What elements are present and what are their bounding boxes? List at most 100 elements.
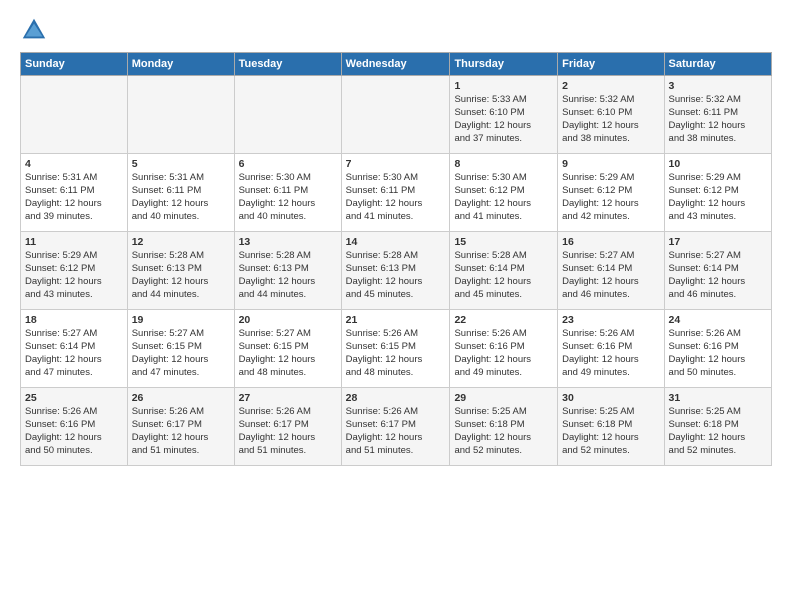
calendar-week-5: 25Sunrise: 5:26 AMSunset: 6:16 PMDayligh… bbox=[21, 388, 772, 466]
daylight-text: and 47 minutes. bbox=[132, 367, 230, 380]
daylight-text: and 48 minutes. bbox=[239, 367, 337, 380]
calendar-cell: 5Sunrise: 5:31 AMSunset: 6:11 PMDaylight… bbox=[127, 154, 234, 232]
daylight-text: Daylight: 12 hours bbox=[454, 198, 553, 211]
logo bbox=[20, 16, 52, 44]
daylight-text: Daylight: 12 hours bbox=[346, 198, 446, 211]
sunset-text: Sunset: 6:12 PM bbox=[669, 185, 767, 198]
calendar-cell: 24Sunrise: 5:26 AMSunset: 6:16 PMDayligh… bbox=[664, 310, 771, 388]
daylight-text: Daylight: 12 hours bbox=[669, 432, 767, 445]
calendar-cell: 12Sunrise: 5:28 AMSunset: 6:13 PMDayligh… bbox=[127, 232, 234, 310]
day-number: 24 bbox=[669, 313, 767, 327]
sunset-text: Sunset: 6:11 PM bbox=[132, 185, 230, 198]
daylight-text: Daylight: 12 hours bbox=[239, 354, 337, 367]
sunrise-text: Sunrise: 5:29 AM bbox=[25, 250, 123, 263]
daylight-text: Daylight: 12 hours bbox=[239, 198, 337, 211]
calendar-cell: 23Sunrise: 5:26 AMSunset: 6:16 PMDayligh… bbox=[558, 310, 664, 388]
calendar-cell: 29Sunrise: 5:25 AMSunset: 6:18 PMDayligh… bbox=[450, 388, 558, 466]
weekday-header-tuesday: Tuesday bbox=[234, 53, 341, 76]
sunrise-text: Sunrise: 5:27 AM bbox=[132, 328, 230, 341]
sunset-text: Sunset: 6:13 PM bbox=[132, 263, 230, 276]
daylight-text: and 50 minutes. bbox=[669, 367, 767, 380]
calendar-cell: 6Sunrise: 5:30 AMSunset: 6:11 PMDaylight… bbox=[234, 154, 341, 232]
sunset-text: Sunset: 6:12 PM bbox=[562, 185, 659, 198]
daylight-text: and 50 minutes. bbox=[25, 445, 123, 458]
calendar-cell: 20Sunrise: 5:27 AMSunset: 6:15 PMDayligh… bbox=[234, 310, 341, 388]
daylight-text: Daylight: 12 hours bbox=[454, 120, 553, 133]
sunset-text: Sunset: 6:15 PM bbox=[132, 341, 230, 354]
day-number: 21 bbox=[346, 313, 446, 327]
calendar-cell bbox=[127, 76, 234, 154]
sunrise-text: Sunrise: 5:29 AM bbox=[562, 172, 659, 185]
daylight-text: and 42 minutes. bbox=[562, 211, 659, 224]
sunset-text: Sunset: 6:15 PM bbox=[346, 341, 446, 354]
day-number: 1 bbox=[454, 79, 553, 93]
sunrise-text: Sunrise: 5:26 AM bbox=[25, 406, 123, 419]
daylight-text: Daylight: 12 hours bbox=[132, 354, 230, 367]
weekday-header-friday: Friday bbox=[558, 53, 664, 76]
sunrise-text: Sunrise: 5:25 AM bbox=[669, 406, 767, 419]
calendar-cell: 22Sunrise: 5:26 AMSunset: 6:16 PMDayligh… bbox=[450, 310, 558, 388]
calendar-cell: 19Sunrise: 5:27 AMSunset: 6:15 PMDayligh… bbox=[127, 310, 234, 388]
daylight-text: and 52 minutes. bbox=[669, 445, 767, 458]
daylight-text: and 51 minutes. bbox=[132, 445, 230, 458]
sunset-text: Sunset: 6:15 PM bbox=[239, 341, 337, 354]
day-number: 12 bbox=[132, 235, 230, 249]
calendar-week-1: 1Sunrise: 5:33 AMSunset: 6:10 PMDaylight… bbox=[21, 76, 772, 154]
day-number: 7 bbox=[346, 157, 446, 171]
daylight-text: and 45 minutes. bbox=[454, 289, 553, 302]
calendar-table: SundayMondayTuesdayWednesdayThursdayFrid… bbox=[20, 52, 772, 466]
sunrise-text: Sunrise: 5:28 AM bbox=[346, 250, 446, 263]
sunset-text: Sunset: 6:18 PM bbox=[669, 419, 767, 432]
calendar-cell: 2Sunrise: 5:32 AMSunset: 6:10 PMDaylight… bbox=[558, 76, 664, 154]
daylight-text: Daylight: 12 hours bbox=[25, 276, 123, 289]
sunrise-text: Sunrise: 5:30 AM bbox=[239, 172, 337, 185]
daylight-text: and 48 minutes. bbox=[346, 367, 446, 380]
calendar-cell: 10Sunrise: 5:29 AMSunset: 6:12 PMDayligh… bbox=[664, 154, 771, 232]
sunset-text: Sunset: 6:16 PM bbox=[25, 419, 123, 432]
page: SundayMondayTuesdayWednesdayThursdayFrid… bbox=[0, 0, 792, 612]
calendar-cell: 3Sunrise: 5:32 AMSunset: 6:11 PMDaylight… bbox=[664, 76, 771, 154]
day-number: 27 bbox=[239, 391, 337, 405]
weekday-header-monday: Monday bbox=[127, 53, 234, 76]
day-number: 9 bbox=[562, 157, 659, 171]
day-number: 26 bbox=[132, 391, 230, 405]
daylight-text: and 38 minutes. bbox=[669, 133, 767, 146]
sunset-text: Sunset: 6:16 PM bbox=[669, 341, 767, 354]
daylight-text: and 49 minutes. bbox=[562, 367, 659, 380]
sunrise-text: Sunrise: 5:27 AM bbox=[239, 328, 337, 341]
calendar-cell bbox=[341, 76, 450, 154]
sunset-text: Sunset: 6:18 PM bbox=[562, 419, 659, 432]
daylight-text: Daylight: 12 hours bbox=[454, 354, 553, 367]
sunrise-text: Sunrise: 5:28 AM bbox=[454, 250, 553, 263]
daylight-text: Daylight: 12 hours bbox=[454, 432, 553, 445]
calendar-cell: 26Sunrise: 5:26 AMSunset: 6:17 PMDayligh… bbox=[127, 388, 234, 466]
calendar-week-2: 4Sunrise: 5:31 AMSunset: 6:11 PMDaylight… bbox=[21, 154, 772, 232]
calendar-cell: 8Sunrise: 5:30 AMSunset: 6:12 PMDaylight… bbox=[450, 154, 558, 232]
weekday-header-sunday: Sunday bbox=[21, 53, 128, 76]
sunrise-text: Sunrise: 5:30 AM bbox=[346, 172, 446, 185]
daylight-text: Daylight: 12 hours bbox=[132, 276, 230, 289]
day-number: 11 bbox=[25, 235, 123, 249]
daylight-text: Daylight: 12 hours bbox=[132, 198, 230, 211]
sunrise-text: Sunrise: 5:26 AM bbox=[346, 406, 446, 419]
daylight-text: Daylight: 12 hours bbox=[239, 276, 337, 289]
day-number: 31 bbox=[669, 391, 767, 405]
daylight-text: Daylight: 12 hours bbox=[25, 354, 123, 367]
day-number: 22 bbox=[454, 313, 553, 327]
day-number: 17 bbox=[669, 235, 767, 249]
daylight-text: and 38 minutes. bbox=[562, 133, 659, 146]
calendar-week-4: 18Sunrise: 5:27 AMSunset: 6:14 PMDayligh… bbox=[21, 310, 772, 388]
daylight-text: and 43 minutes. bbox=[25, 289, 123, 302]
sunset-text: Sunset: 6:17 PM bbox=[346, 419, 446, 432]
daylight-text: Daylight: 12 hours bbox=[25, 198, 123, 211]
day-number: 25 bbox=[25, 391, 123, 405]
daylight-text: Daylight: 12 hours bbox=[346, 354, 446, 367]
day-number: 14 bbox=[346, 235, 446, 249]
sunset-text: Sunset: 6:14 PM bbox=[25, 341, 123, 354]
day-number: 13 bbox=[239, 235, 337, 249]
sunset-text: Sunset: 6:13 PM bbox=[239, 263, 337, 276]
day-number: 2 bbox=[562, 79, 659, 93]
daylight-text: and 40 minutes. bbox=[132, 211, 230, 224]
day-number: 18 bbox=[25, 313, 123, 327]
daylight-text: and 39 minutes. bbox=[25, 211, 123, 224]
